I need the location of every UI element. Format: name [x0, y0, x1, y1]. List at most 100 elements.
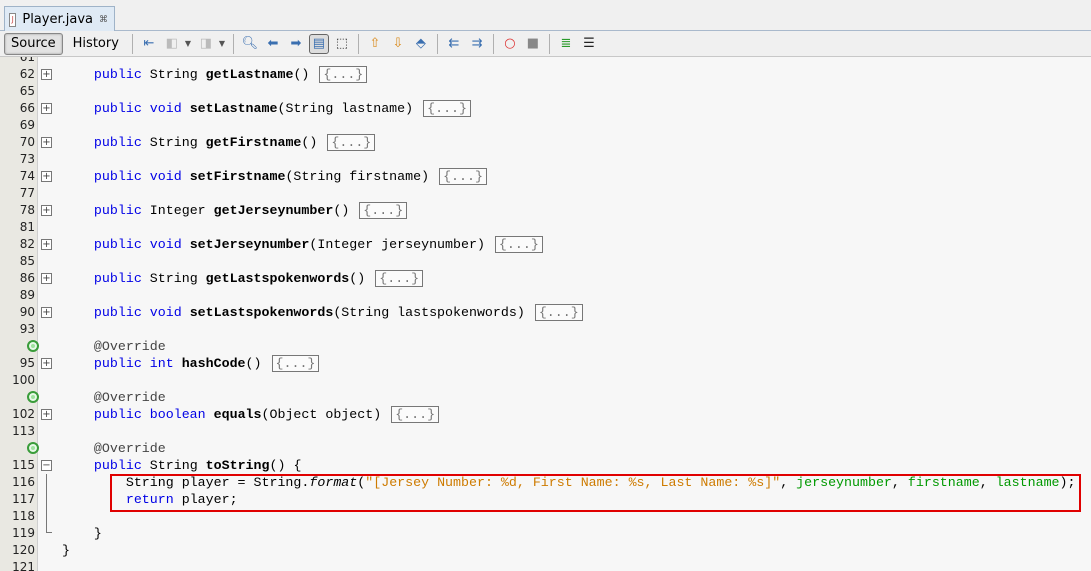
code-line[interactable]: 61	[0, 57, 1091, 66]
close-tab-icon[interactable]: ⌘	[99, 15, 108, 25]
code-token: public void	[93, 169, 182, 184]
code-line[interactable]: 93	[0, 321, 1091, 338]
comment-icon[interactable]: ≣	[556, 34, 576, 54]
override-icon[interactable]	[27, 391, 39, 403]
expand-fold-icon[interactable]: +	[41, 358, 52, 369]
code-line[interactable]: 95 + public int hashCode() {...}	[0, 355, 1091, 372]
code-line[interactable]: 62 + public String getLastname() {...}	[0, 66, 1091, 83]
code-token: setFirstname	[189, 169, 286, 184]
code-line[interactable]: 74 + public void setFirstname(String firs…	[0, 168, 1091, 185]
code-token: getLastspokenwords	[205, 271, 350, 286]
folded-code-button[interactable]: {...}	[319, 66, 368, 83]
folded-code-button[interactable]: {...}	[391, 406, 440, 423]
code-line[interactable]: 113	[0, 423, 1091, 440]
code-token: public	[93, 271, 142, 286]
code-line[interactable]: 102 + public boolean equals(Object object…	[0, 406, 1091, 423]
code-line[interactable]: @Override	[0, 389, 1091, 406]
expand-fold-icon[interactable]: +	[41, 103, 52, 114]
override-icon[interactable]	[27, 442, 39, 454]
override-icon[interactable]	[27, 340, 39, 352]
uncomment-icon[interactable]: ☰	[579, 34, 599, 54]
code-line[interactable]: 121	[0, 559, 1091, 571]
expand-fold-icon[interactable]: +	[41, 239, 52, 250]
tab-player-java[interactable]: J Player.java ⌘	[4, 6, 115, 32]
code-line[interactable]: 82 + public void setJerseynumber(Integer …	[0, 236, 1091, 253]
code-line[interactable]: 73	[0, 151, 1091, 168]
start-macro-icon[interactable]: ○	[500, 34, 520, 54]
code-line[interactable]: @Override	[0, 440, 1091, 457]
code-token: public	[93, 135, 142, 150]
toggle-highlight-search-icon[interactable]: ▤	[308, 33, 329, 54]
code-token: () {	[269, 458, 302, 473]
previous-bookmark-icon[interactable]: ⇧	[365, 34, 385, 54]
code-token: toString	[205, 458, 270, 473]
line-number: 82	[19, 237, 35, 251]
shift-right-icon[interactable]: ⇉	[467, 34, 487, 54]
code-line[interactable]: 119 }	[0, 525, 1091, 542]
code-line[interactable]: @Override	[0, 338, 1091, 355]
expand-fold-icon[interactable]: +	[41, 69, 52, 80]
separator	[436, 33, 438, 54]
code-line[interactable]: 77	[0, 185, 1091, 202]
code-editor[interactable]: 61 62 + public String getLastname() {...} 6…	[0, 57, 1091, 571]
code-line[interactable]: 89	[0, 287, 1091, 304]
find-next-icon[interactable]: ➡	[286, 34, 306, 54]
code-line[interactable]: 70 + public String getFirstname() {...}	[0, 134, 1091, 151]
tab-title: Player.java	[22, 12, 93, 27]
find-previous-icon[interactable]: ⬅	[263, 34, 283, 54]
back-dropdown-icon[interactable]: ▼	[185, 39, 193, 48]
code-token: String	[141, 67, 206, 82]
expand-fold-icon[interactable]: +	[41, 137, 52, 148]
line-number: 121	[12, 560, 35, 571]
expand-fold-icon[interactable]: +	[41, 205, 52, 216]
folded-code-button[interactable]: {...}	[494, 236, 543, 253]
folded-code-button[interactable]: {...}	[375, 270, 424, 287]
forward-icon[interactable]: ◨	[196, 34, 216, 54]
folded-code-button[interactable]: {...}	[423, 100, 472, 117]
code-line[interactable]: 90 + public void setLastspokenwords(Strin…	[0, 304, 1091, 321]
expand-fold-icon[interactable]: +	[41, 409, 52, 420]
folded-code-button[interactable]: {...}	[359, 202, 408, 219]
code-line[interactable]: 85	[0, 253, 1091, 270]
back-icon[interactable]: ◧	[162, 34, 182, 54]
last-edit-icon[interactable]: ⇤	[139, 34, 159, 54]
history-button[interactable]: History	[66, 33, 126, 55]
expand-fold-icon[interactable]: +	[41, 273, 52, 284]
expand-fold-icon[interactable]: +	[41, 307, 52, 318]
code-line[interactable]: 66 + public void setLastname(String lastn…	[0, 100, 1091, 117]
code-token: @Override	[93, 339, 166, 354]
code-token: getLastname	[205, 67, 294, 82]
code-line[interactable]: 100	[0, 372, 1091, 389]
line-number: 120	[12, 543, 35, 557]
forward-dropdown-icon[interactable]: ▼	[219, 39, 227, 48]
code-token: public void	[93, 305, 182, 320]
code-line[interactable]: 115− public String toString() {	[0, 457, 1091, 474]
line-number: 119	[12, 526, 35, 540]
code-line[interactable]: 120}	[0, 542, 1091, 559]
code-line[interactable]: 86 + public String getLastspokenwords() {…	[0, 270, 1091, 287]
expand-fold-icon[interactable]: +	[41, 171, 52, 182]
shift-left-icon[interactable]: ⇇	[444, 34, 464, 54]
folded-code-button[interactable]: {...}	[271, 355, 320, 372]
code-line[interactable]: 81	[0, 219, 1091, 236]
source-button[interactable]: Source	[4, 32, 63, 55]
folded-code-button[interactable]: {...}	[327, 134, 376, 151]
code-text: public void setLastname(String lastname)…	[62, 100, 472, 117]
folded-code-button[interactable]: {...}	[439, 168, 487, 185]
code-line[interactable]: 65	[0, 83, 1091, 100]
rectangular-selection-icon[interactable]: ⬚	[332, 34, 352, 54]
code-token: public	[93, 67, 142, 82]
next-bookmark-icon[interactable]: ⇩	[388, 34, 408, 54]
code-line[interactable]: 69	[0, 117, 1091, 134]
separator	[548, 33, 550, 54]
code-token: @Override	[93, 441, 166, 456]
folded-code-button[interactable]: {...}	[534, 304, 583, 321]
code-line[interactable]: 78 + public Integer getJerseynumber() {..…	[0, 202, 1091, 219]
toggle-bookmark-icon[interactable]: ⬘	[411, 34, 431, 54]
collapse-fold-icon[interactable]: −	[41, 460, 52, 471]
stop-macro-icon[interactable]: ■	[523, 34, 543, 54]
find-icon[interactable]: 🔍︎	[240, 34, 260, 54]
code-token: public	[93, 203, 142, 218]
